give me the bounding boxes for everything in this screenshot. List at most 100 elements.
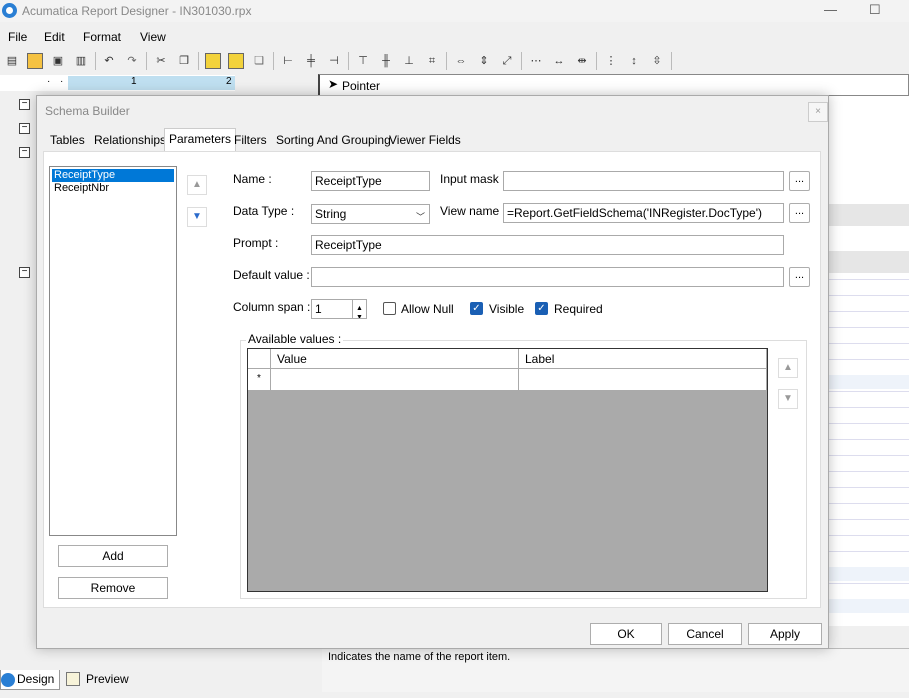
toolbar-divider (198, 52, 199, 70)
remove-button[interactable]: Remove (58, 577, 168, 599)
view-name-field[interactable]: =Report.GetFieldSchema('INRegister.DocTy… (503, 203, 784, 223)
visible-checkbox[interactable]: ✓ (470, 302, 483, 315)
tab-relationships[interactable]: Relationships (94, 131, 166, 151)
add-button[interactable]: Add (58, 545, 168, 567)
ok-button[interactable]: OK (590, 623, 662, 645)
section-gutter: − − − − (0, 92, 36, 668)
minimize-button[interactable]: — (824, 2, 837, 17)
spin-down-icon[interactable]: ▼ (356, 309, 363, 318)
new-row-marker: * (248, 369, 271, 391)
prompt-field[interactable]: ReceiptType (311, 235, 784, 255)
align-middle-icon[interactable]: ╫ (378, 53, 394, 69)
default-value-browse-button[interactable]: ... (789, 267, 810, 287)
grid-category (828, 204, 909, 226)
collapse-section-icon[interactable]: − (19, 147, 30, 158)
ruler-highlight (68, 76, 235, 90)
horizontal-ruler: · · 1 2 (0, 75, 235, 91)
grid-line (828, 503, 909, 504)
align-center-icon[interactable]: ╪ (303, 53, 319, 69)
group-icon[interactable]: ❏ (251, 53, 267, 69)
menu-format[interactable]: Format (83, 30, 121, 44)
undo-icon[interactable]: ↶ (101, 53, 117, 69)
input-mask-field[interactable] (503, 171, 784, 191)
same-width-icon[interactable]: ⇔ (453, 53, 469, 69)
align-to-grid-icon[interactable]: ⌗ (424, 53, 440, 69)
tab-viewer-fields[interactable]: Viewer Fields (389, 131, 461, 151)
align-left-icon[interactable]: ⊢ (280, 53, 296, 69)
move-down-icon[interactable]: ▼ (187, 207, 207, 227)
spin-buttons[interactable]: ▲ ▼ (352, 300, 366, 318)
grid-line (828, 535, 909, 536)
menu-view[interactable]: View (140, 30, 166, 44)
v-spacing-equal-icon[interactable]: ⋮ (603, 53, 619, 69)
parameter-list[interactable]: ReceiptType ReceiptNbr (49, 166, 177, 536)
allow-null-label[interactable]: Allow Null (401, 302, 454, 316)
align-right-icon[interactable]: ⊣ (326, 53, 342, 69)
grid-line (828, 583, 909, 584)
h-spacing-increase-icon[interactable]: ↔ (551, 53, 567, 69)
pointer-item[interactable]: Pointer (342, 79, 380, 93)
v-spacing-increase-icon[interactable]: ↕ (626, 53, 642, 69)
tab-preview-label: Preview (86, 672, 129, 686)
label-cell[interactable] (519, 369, 767, 391)
column-span-stepper[interactable]: 1 ▲ ▼ (311, 299, 367, 319)
cancel-button[interactable]: Cancel (668, 623, 742, 645)
send-to-back-icon[interactable] (228, 53, 244, 69)
tab-sorting-and-grouping[interactable]: Sorting And Grouping (276, 131, 391, 151)
same-height-icon[interactable]: ⇕ (476, 53, 492, 69)
align-bottom-icon[interactable]: ⊥ (401, 53, 417, 69)
list-item[interactable]: ReceiptType (51, 168, 175, 183)
copy-icon[interactable]: ❐ (176, 53, 192, 69)
visible-label[interactable]: Visible (489, 302, 524, 316)
new-report-icon[interactable]: ▤ (4, 53, 20, 69)
toolbar-divider (146, 52, 147, 70)
menu-edit[interactable]: Edit (44, 30, 65, 44)
save-icon[interactable]: ▣ (50, 53, 66, 69)
tab-tables[interactable]: Tables (50, 131, 85, 151)
grid-line (828, 311, 909, 312)
column-header-label[interactable]: Label (519, 349, 767, 369)
close-button[interactable]: × (808, 102, 828, 122)
allow-null-checkbox[interactable] (383, 302, 396, 315)
open-icon[interactable] (27, 53, 43, 69)
v-spacing-decrease-icon[interactable]: ⇳ (649, 53, 665, 69)
bring-to-front-icon[interactable] (205, 53, 221, 69)
move-up-icon[interactable]: ▲ (187, 175, 207, 195)
save-all-icon[interactable]: ▥ (73, 53, 89, 69)
redo-icon[interactable]: ↷ (124, 53, 140, 69)
same-size-icon[interactable]: ⤢ (499, 53, 515, 69)
h-spacing-equal-icon[interactable]: ⋯ (528, 53, 544, 69)
list-item[interactable]: ReceiptNbr (52, 182, 174, 195)
default-value-field[interactable] (311, 267, 784, 287)
grid-line (828, 551, 909, 552)
tab-parameters[interactable]: Parameters (164, 128, 237, 151)
value-cell[interactable] (271, 369, 519, 391)
toolbar-divider (521, 52, 522, 70)
move-value-up-icon[interactable]: ▲ (778, 358, 798, 378)
move-value-down-icon[interactable]: ▼ (778, 389, 798, 409)
align-top-icon[interactable]: ⊤ (355, 53, 371, 69)
prompt-label: Prompt : (233, 236, 279, 250)
collapse-section-icon[interactable]: − (19, 123, 30, 134)
h-spacing-decrease-icon[interactable]: ⇹ (574, 53, 590, 69)
required-label[interactable]: Required (554, 302, 603, 316)
name-label: Name : (233, 172, 272, 186)
tab-preview[interactable]: Preview (62, 670, 142, 690)
apply-button[interactable]: Apply (748, 623, 822, 645)
collapse-section-icon[interactable]: − (19, 99, 30, 110)
grid-line (828, 439, 909, 440)
tab-design[interactable]: Design (0, 670, 60, 690)
view-name-browse-button[interactable]: ... (789, 203, 810, 223)
column-header-value[interactable]: Value (271, 349, 519, 369)
input-mask-browse-button[interactable]: ... (789, 171, 810, 191)
cut-icon[interactable]: ✂ (153, 53, 169, 69)
available-values-grid[interactable]: Value Label * (247, 348, 768, 592)
data-type-select[interactable]: String ﹀ (311, 204, 430, 224)
menu-file[interactable]: File (8, 30, 27, 44)
collapse-section-icon[interactable]: − (19, 267, 30, 278)
input-mask-label: Input mask : (440, 172, 506, 186)
tab-filters[interactable]: Filters (234, 131, 267, 151)
required-checkbox[interactable]: ✓ (535, 302, 548, 315)
maximize-button[interactable]: ☐ (869, 2, 881, 18)
name-field[interactable]: ReceiptType (311, 171, 430, 191)
